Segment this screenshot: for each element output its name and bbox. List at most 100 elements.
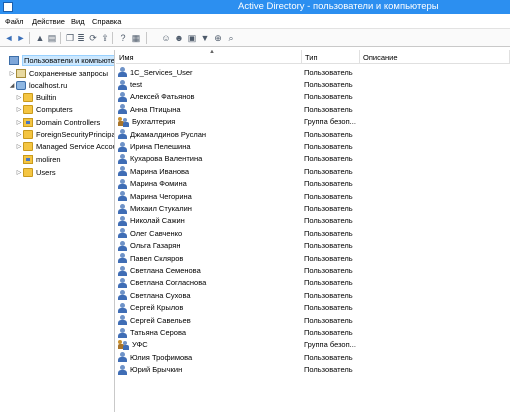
cell-name: Марина Иванова: [118, 165, 298, 177]
list-row[interactable]: Марина Чегорина Пользователь: [116, 190, 510, 202]
cell-name: Марина Фомина: [118, 178, 298, 190]
tree-item[interactable]: ▷ ForeignSecurityPrincipals: [15, 128, 115, 140]
list-row[interactable]: Татьяна Серова Пользователь: [116, 326, 510, 338]
tree-item[interactable]: ▷ Users: [15, 166, 56, 178]
properties-icon[interactable]: ≣: [75, 32, 87, 44]
tree-item[interactable]: ▷ Builtin: [15, 91, 56, 103]
find-icon[interactable]: ⌕: [225, 32, 237, 44]
cell-type: Пользователь: [304, 328, 353, 338]
cell-description: [362, 314, 502, 326]
tree-item-label: Сохраненные запросы: [29, 68, 108, 78]
new-ou-icon[interactable]: ▣: [186, 32, 198, 44]
cell-type: Пользователь: [304, 191, 353, 201]
expand-arrow-icon[interactable]: ▷: [15, 131, 23, 138]
toolbar-separator: [112, 32, 113, 44]
filter-icon[interactable]: ▼: [199, 32, 211, 44]
user-icon: [118, 290, 127, 301]
cell-description: [362, 202, 502, 214]
list-row[interactable]: Анна Птицына Пользователь: [116, 103, 510, 115]
column-header-type[interactable]: Тип: [302, 50, 360, 64]
cell-type: Пользователь: [304, 352, 353, 362]
object-name: Юлия Трофимова: [130, 352, 193, 362]
cell-type: Пользователь: [304, 92, 353, 102]
window-title: Active Directory - пользователи и компью…: [238, 1, 439, 12]
tree-item[interactable]: ▷ Domain Controllers: [15, 116, 100, 128]
column-header-name[interactable]: ▲ Имя: [116, 50, 302, 64]
up-folder-icon[interactable]: ▲: [34, 32, 46, 44]
help-icon[interactable]: ?: [117, 32, 129, 44]
list-row[interactable]: Юрий Брычкин Пользователь: [116, 364, 510, 376]
expand-arrow-icon[interactable]: ▷: [15, 106, 23, 113]
expand-arrow-icon[interactable]: ▷: [15, 94, 23, 101]
tree-item[interactable]: Пользователи и компьютеры: [1, 54, 114, 66]
list-row[interactable]: Павел Скляров Пользователь: [116, 252, 510, 264]
new-user-icon[interactable]: ☺: [160, 32, 172, 44]
list-row[interactable]: Марина Иванова Пользователь: [116, 165, 510, 177]
tree-item[interactable]: ▷ Computers: [15, 103, 73, 115]
list-row[interactable]: Николай Сажин Пользователь: [116, 215, 510, 227]
list-header: ▲ Имя Тип Описание: [116, 50, 510, 64]
expand-arrow-icon[interactable]: ▷: [8, 70, 16, 77]
list-row[interactable]: Марина Фомина Пользователь: [116, 178, 510, 190]
back-icon[interactable]: ◄: [3, 32, 15, 44]
tree-item[interactable]: moliren: [15, 153, 61, 165]
cell-type: Пользователь: [304, 129, 353, 139]
list-row[interactable]: Ирина Пелешина Пользователь: [116, 140, 510, 152]
new-group-icon[interactable]: ☻: [173, 32, 185, 44]
list-row[interactable]: 1C_Services_User Пользователь: [116, 66, 510, 78]
user-icon: [118, 228, 127, 239]
cell-type: Пользователь: [304, 179, 353, 189]
list-row[interactable]: Олег Савченко Пользователь: [116, 227, 510, 239]
expand-arrow-icon[interactable]: ▷: [15, 169, 23, 176]
user-icon: [118, 327, 127, 338]
cell-type: Пользователь: [304, 266, 353, 276]
list-row[interactable]: Ольга Газарян Пользователь: [116, 240, 510, 252]
show-tree-icon[interactable]: ▤: [46, 32, 58, 44]
cell-type: Пользователь: [304, 104, 353, 114]
cell-type: Группа безоп...: [304, 340, 356, 350]
list-row[interactable]: Юлия Трофимова Пользователь: [116, 351, 510, 363]
list-row[interactable]: Бухгалтерия Группа безоп...: [116, 116, 510, 128]
list-row[interactable]: Алексей Фатьянов Пользователь: [116, 91, 510, 103]
list-row[interactable]: Светлана Сухова Пользователь: [116, 289, 510, 301]
export-list-icon[interactable]: ⇪: [99, 32, 111, 44]
user-icon: [118, 302, 127, 313]
menu-help[interactable]: Справка: [92, 17, 121, 26]
object-name: Светлана Согласнова: [130, 278, 207, 288]
tree-item-label: ForeignSecurityPrincipals: [36, 129, 115, 139]
object-name: Сергей Савельев: [130, 315, 191, 325]
list-row[interactable]: test Пользователь: [116, 78, 510, 90]
list-row[interactable]: Сергей Крылов Пользователь: [116, 302, 510, 314]
list-row[interactable]: Михаил Стукалин Пользователь: [116, 202, 510, 214]
cell-name: Олег Савченко: [118, 227, 298, 239]
list-row[interactable]: УФС Группа безоп...: [116, 339, 510, 351]
refresh-icon[interactable]: ⟳: [87, 32, 99, 44]
list-row[interactable]: Кухарова Валентина Пользователь: [116, 153, 510, 165]
tree-item[interactable]: ▷ Сохраненные запросы: [8, 67, 108, 79]
menu-view[interactable]: Вид: [71, 17, 85, 26]
list-row[interactable]: Светлана Согласнова Пользователь: [116, 277, 510, 289]
add-to-group-icon[interactable]: ⊕: [212, 32, 224, 44]
object-name: Бухгалтерия: [132, 117, 176, 127]
tree-item[interactable]: ◢ localhost.ru: [8, 79, 67, 91]
tree-item-label: moliren: [36, 154, 61, 164]
menu-action[interactable]: Действие: [32, 17, 65, 26]
list-row[interactable]: Джамалдинов Руслан Пользователь: [116, 128, 510, 140]
cell-name: test: [118, 78, 298, 90]
column-header-description[interactable]: Описание: [360, 50, 510, 64]
expand-arrow-icon[interactable]: ◢: [8, 82, 16, 89]
cell-name: Джамалдинов Руслан: [118, 128, 298, 140]
expand-arrow-icon[interactable]: ▷: [15, 143, 23, 150]
user-icon: [118, 203, 127, 214]
tree-item[interactable]: ▷ Managed Service Accour: [15, 140, 114, 152]
forward-icon[interactable]: ►: [15, 32, 27, 44]
detail-view-icon[interactable]: ▦: [130, 32, 142, 44]
menu-bar: Файл Действие Вид Справка: [0, 14, 510, 28]
list-row[interactable]: Сергей Савельев Пользователь: [116, 314, 510, 326]
expand-arrow-icon[interactable]: ▷: [15, 119, 23, 126]
menu-file[interactable]: Файл: [5, 17, 23, 26]
object-name: Светлана Сухова: [130, 290, 191, 300]
cell-description: [362, 91, 502, 103]
list-row[interactable]: Светлана Семенова Пользователь: [116, 264, 510, 276]
domain-icon: [16, 80, 26, 90]
